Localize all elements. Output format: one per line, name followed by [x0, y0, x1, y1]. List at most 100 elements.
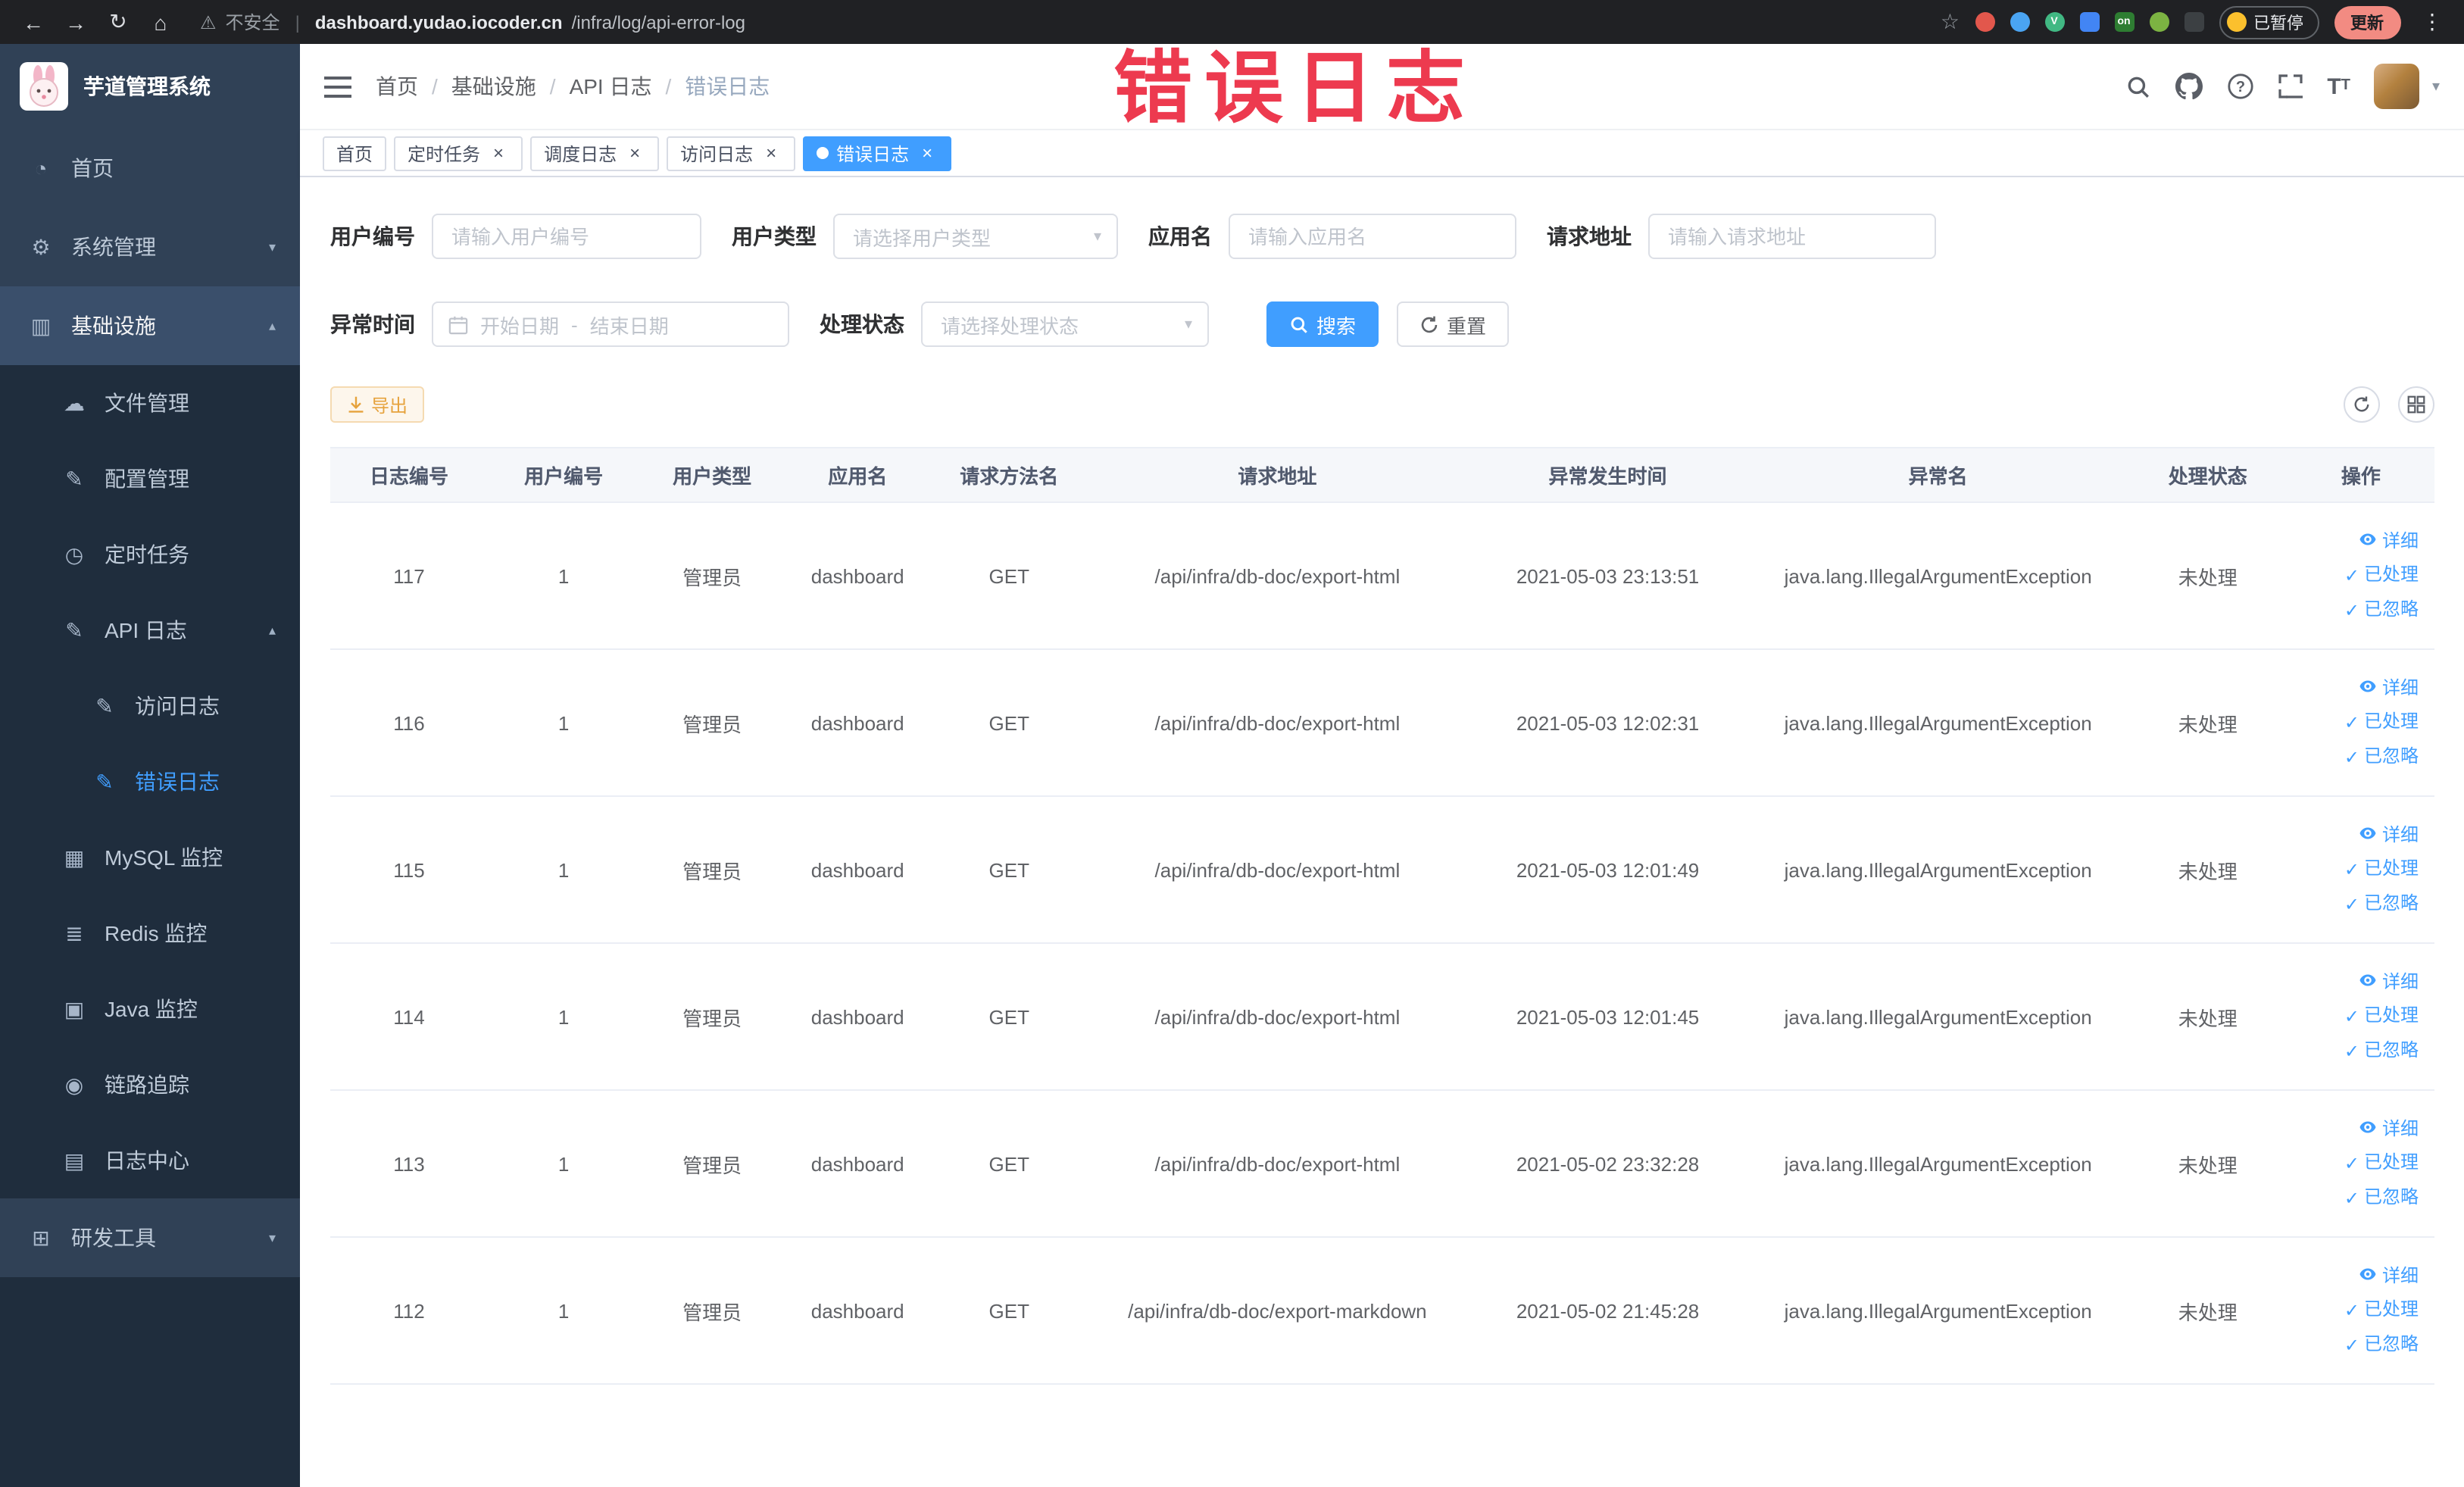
address-bar[interactable]: ⚠ 不安全 | dashboard.yudao.iocoder.cn/infra…: [200, 9, 1935, 35]
reset-button[interactable]: 重置: [1397, 301, 1510, 347]
eye-icon: [2359, 971, 2378, 989]
caret-down-icon[interactable]: ▾: [2432, 78, 2440, 95]
search-icon: [1291, 316, 1307, 333]
sidebar-item-error-log[interactable]: ✎ 错误日志: [0, 744, 300, 820]
sidebar-item-redis[interactable]: ≣ Redis 监控: [0, 895, 300, 971]
logo[interactable]: 芋道管理系统: [0, 44, 300, 129]
action-processed[interactable]: ✓ 已处理: [2297, 561, 2419, 589]
reload-icon[interactable]: ↻: [100, 4, 136, 40]
action-ignore[interactable]: ✓ 已忽略: [2297, 595, 2419, 624]
action-ignore[interactable]: ✓ 已忽略: [2297, 889, 2419, 918]
action-ignore[interactable]: ✓ 已忽略: [2297, 1183, 2419, 1212]
user-type-select[interactable]: 请选择用户类型 ▾: [833, 214, 1118, 259]
profile-avatar-icon: [2226, 12, 2246, 32]
cell-actions: 详细 ✓ 已处理 ✓ 已忽略: [2288, 1237, 2434, 1385]
sidebar-item-config[interactable]: ✎ 配置管理: [0, 441, 300, 517]
tab-close-icon[interactable]: ×: [760, 142, 782, 164]
action-ignore[interactable]: ✓ 已忽略: [2297, 1036, 2419, 1065]
sidebar-item-java[interactable]: ▣ Java 监控: [0, 971, 300, 1047]
fullscreen-icon[interactable]: [2278, 74, 2303, 98]
tab-1[interactable]: 定时任务 ×: [394, 136, 523, 170]
sidebar-item-tracer[interactable]: ◉ 链路追踪: [0, 1047, 300, 1123]
action-processed[interactable]: ✓ 已处理: [2297, 1148, 2419, 1177]
sidebar-item-file[interactable]: ☁ 文件管理: [0, 365, 300, 441]
breadcrumb: 首页 / 基础设施 / API 日志 / 错误日志: [376, 71, 770, 102]
cell-url: /api/infra/db-doc/export-html: [1088, 502, 1467, 650]
action-processed[interactable]: ✓ 已处理: [2297, 1295, 2419, 1324]
water-drop-icon[interactable]: [2010, 12, 2029, 32]
hamburger-icon[interactable]: [324, 75, 351, 98]
cell-exception: java.lang.IllegalArgumentException: [1748, 1237, 2128, 1385]
sidebar-item-log-center[interactable]: ▤ 日志中心: [0, 1123, 300, 1198]
sidebar-item-mysql[interactable]: ▦ MySQL 监控: [0, 820, 300, 895]
table-row: 116 1 管理员 dashboard GET/api/infra/db-doc/exp…: [330, 649, 2434, 797]
help-icon[interactable]: ?: [2227, 73, 2254, 100]
edit-icon: ✎: [65, 617, 83, 642]
sidebar-item-access-log[interactable]: ✎ 访问日志: [0, 668, 300, 744]
column-settings-icon[interactable]: [2397, 386, 2434, 423]
export-button[interactable]: 导出: [330, 386, 425, 423]
url-domain: dashboard.yudao.iocoder.cn: [314, 11, 563, 33]
back-icon[interactable]: ←: [15, 4, 52, 40]
bookmark-star-icon[interactable]: ☆: [1941, 9, 1960, 35]
column-header-9: 操作: [2288, 447, 2434, 503]
request-url-input[interactable]: [1648, 214, 1936, 259]
tab-close-icon[interactable]: ×: [624, 142, 645, 164]
breadcrumb-item[interactable]: API 日志: [570, 71, 652, 102]
tab-close-icon[interactable]: ×: [488, 142, 509, 164]
action-processed[interactable]: ✓ 已处理: [2297, 708, 2419, 736]
rabbit-logo-icon: [20, 62, 68, 111]
refresh-table-icon[interactable]: [2343, 386, 2379, 423]
active-tab-dot: [817, 147, 829, 159]
sidebar-item-job[interactable]: ◷ 定时任务: [0, 517, 300, 592]
forward-icon[interactable]: →: [58, 4, 94, 40]
app-name-input[interactable]: [1229, 214, 1516, 259]
update-button[interactable]: 更新: [2334, 5, 2400, 39]
github-icon[interactable]: [2175, 73, 2203, 100]
tiles-icon[interactable]: [2079, 12, 2099, 32]
pickaxe-icon[interactable]: [2184, 12, 2203, 32]
sidebar-item-home[interactable]: ◔ 首页: [0, 129, 300, 208]
sidebar-item-system[interactable]: ⚙ 系统管理 ▾: [0, 208, 300, 286]
adblock-icon[interactable]: [1975, 12, 1994, 32]
search-button[interactable]: 搜索: [1266, 301, 1379, 347]
sidebar-item-infra[interactable]: ▥ 基础设施 ▴: [0, 286, 300, 365]
sidebar-item-dev-tools[interactable]: ⊞ 研发工具 ▾: [0, 1198, 300, 1277]
action-processed[interactable]: ✓ 已处理: [2297, 1001, 2419, 1030]
font-size-icon[interactable]: TT: [2327, 75, 2350, 98]
cell-actions: 详细 ✓ 已处理 ✓ 已忽略: [2288, 649, 2434, 797]
action-detail[interactable]: 详细: [2297, 527, 2419, 555]
home-icon[interactable]: ⌂: [142, 4, 179, 40]
tab-label: 首页: [336, 143, 373, 164]
cell-status: 未处理: [2127, 943, 2288, 1091]
sidebar-item-api-log[interactable]: ✎ API 日志 ▴: [0, 592, 300, 668]
search-icon[interactable]: [2125, 73, 2151, 99]
tab-2[interactable]: 调度日志 ×: [530, 136, 660, 170]
process-status-select[interactable]: 请选择处理状态 ▾: [921, 301, 1209, 347]
cell-url: /api/infra/db-doc/export-html: [1088, 943, 1467, 1091]
avatar[interactable]: [2374, 64, 2420, 109]
check-icon: ✓: [2344, 1300, 2359, 1321]
breadcrumb-item[interactable]: 首页: [376, 71, 418, 102]
action-detail[interactable]: 详细: [2297, 1262, 2419, 1289]
tab-close-icon[interactable]: ×: [917, 142, 938, 164]
breadcrumb-item[interactable]: 基础设施: [451, 71, 536, 102]
action-detail[interactable]: 详细: [2297, 674, 2419, 701]
tab-0[interactable]: 首页: [323, 136, 387, 170]
user-id-input[interactable]: [432, 214, 701, 259]
action-detail[interactable]: 详细: [2297, 821, 2419, 848]
action-ignore[interactable]: ✓ 已忽略: [2297, 1330, 2419, 1359]
profile-chip[interactable]: 已暂停: [2219, 5, 2319, 39]
date-range-picker[interactable]: 开始日期 - 结束日期: [432, 301, 789, 347]
sprout-icon[interactable]: [2149, 12, 2169, 32]
action-processed[interactable]: ✓ 已处理: [2297, 854, 2419, 883]
tab-4[interactable]: 错误日志 ×: [803, 136, 952, 170]
browser-menu-icon[interactable]: ⋮: [2416, 9, 2449, 35]
action-ignore[interactable]: ✓ 已忽略: [2297, 742, 2419, 771]
sidebar-filler: [0, 1277, 300, 1487]
action-detail[interactable]: 详细: [2297, 1115, 2419, 1142]
vue-devtools-icon[interactable]: V: [2044, 12, 2064, 32]
action-detail[interactable]: 详细: [2297, 968, 2419, 995]
tab-3[interactable]: 访问日志 ×: [667, 136, 796, 170]
on-switch-icon[interactable]: on: [2114, 12, 2134, 32]
